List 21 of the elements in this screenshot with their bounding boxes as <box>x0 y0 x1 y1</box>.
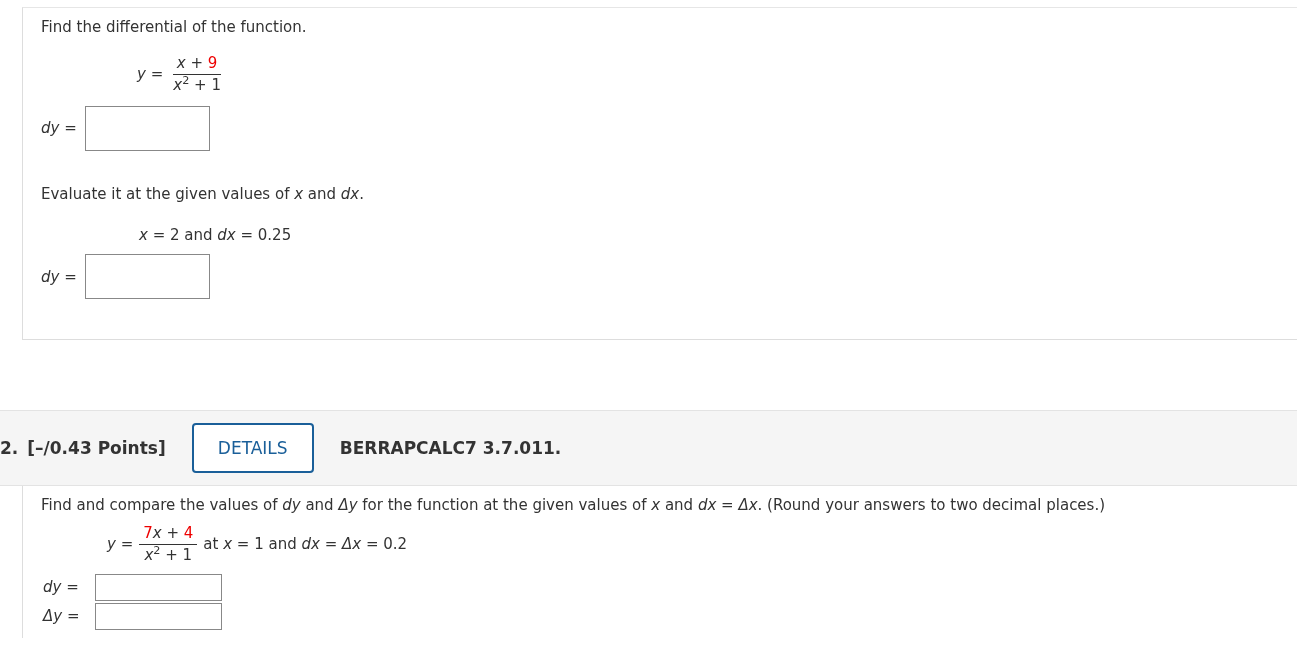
answer-label: dy = <box>41 267 78 286</box>
question-number: 2. <box>0 438 19 458</box>
answer-label: dy = <box>41 119 78 137</box>
question-text: Find and compare the values of dy and Δy for the function at the given values of x and dx = Δx. (Round your answers to two decimal places.) <box>41 496 1107 516</box>
answer-field[interactable] <box>95 602 222 630</box>
given-values: x = 2 and dx = 0.25 <box>139 226 293 244</box>
answer-field[interactable] <box>95 573 222 601</box>
answer-field[interactable] <box>85 105 210 151</box>
equation-lhs: y = <box>107 534 134 553</box>
fraction: 7x + 4 x$^{2}$ + 1 <box>139 523 198 564</box>
question-text: Evaluate it at the given values of x and dx. <box>41 184 366 204</box>
answer-label: dy = <box>43 578 80 596</box>
details-button[interactable]: DETAILS <box>191 423 314 473</box>
answer-label: Δy = <box>43 607 81 625</box>
answer-field[interactable] <box>85 254 210 299</box>
question-text: Find the differential of the function. <box>41 18 308 38</box>
problem-code: BERRAPCALC7 3.7.011. <box>339 438 562 458</box>
points-label: [–/0.43 Points] <box>27 438 166 458</box>
equation-condition: at x = 1 and dx = Δx = 0.2 <box>203 534 408 553</box>
fraction: x + 9 x$^{2}$ + 1 <box>171 53 223 94</box>
equation-lhs: y = <box>137 64 164 83</box>
